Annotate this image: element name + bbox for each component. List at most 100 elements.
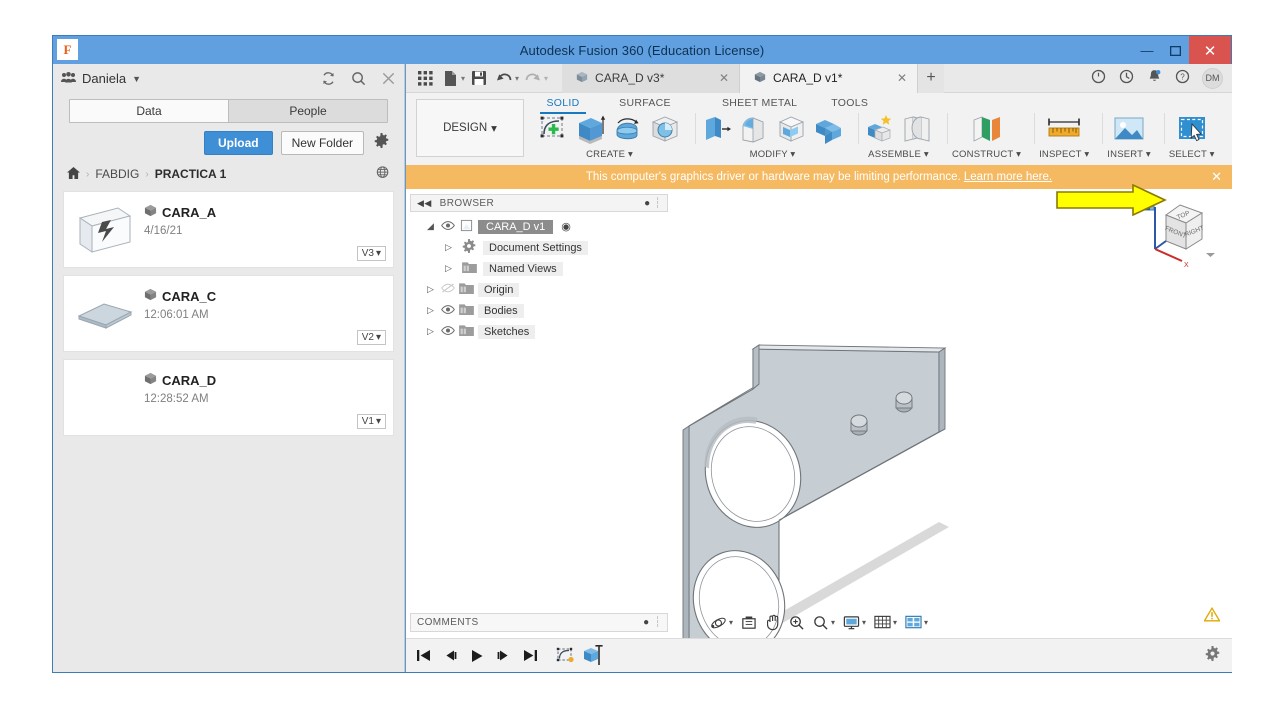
close-panel-icon[interactable]: [380, 71, 396, 87]
version-badge[interactable]: V2 ▾: [356, 330, 386, 345]
redo-icon[interactable]: [522, 67, 544, 89]
viewports-icon[interactable]: ▾: [902, 613, 931, 632]
revolve-icon[interactable]: [611, 113, 645, 145]
zoom-window-icon[interactable]: [786, 613, 808, 633]
orbit-icon[interactable]: ▾: [707, 613, 736, 633]
group-label[interactable]: ASSEMBLE ▾: [868, 149, 929, 160]
tree-node-sketches[interactable]: ▷ Sketches: [416, 321, 668, 342]
list-item[interactable]: CARA_A 4/16/21 V3 ▾: [63, 191, 394, 268]
look-at-icon[interactable]: [738, 613, 760, 633]
grid-apps-icon[interactable]: [414, 67, 436, 89]
minus-circle-icon[interactable]: ●: [644, 198, 650, 209]
version-badge[interactable]: V3 ▾: [356, 246, 386, 261]
design-canvas[interactable]: ◀◀ BROWSER ● ┆ ◢ CARA_D v1 ◉ ▷ Document …: [406, 189, 1232, 672]
combine-icon[interactable]: [811, 113, 845, 145]
tab-people[interactable]: People: [228, 100, 387, 122]
visibility-icon[interactable]: [441, 325, 455, 338]
banner-close-icon[interactable]: ✕: [1211, 169, 1222, 185]
go-to-end-icon[interactable]: [523, 649, 538, 662]
comments-panel[interactable]: COMMENTS ● ┆: [410, 613, 668, 632]
add-comment-icon[interactable]: ●: [643, 617, 649, 628]
close-tab-icon[interactable]: ✕: [885, 71, 907, 85]
chevron-down-icon[interactable]: ▾: [924, 618, 928, 627]
offset-plane-icon[interactable]: [968, 113, 1006, 145]
activate-component-radio[interactable]: ◉: [561, 220, 571, 233]
save-icon[interactable]: [468, 67, 490, 89]
tree-node-named-views[interactable]: ▷ Named Views: [416, 258, 668, 279]
ribbon-tab-sheet-metal[interactable]: SHEET METAL: [712, 95, 807, 112]
visibility-icon[interactable]: [441, 220, 455, 233]
chevron-down-icon[interactable]: ▾: [461, 74, 465, 83]
ribbon-tab-surface[interactable]: SURFACE: [608, 95, 682, 112]
chevron-down-icon[interactable]: ▾: [893, 618, 897, 627]
step-forward-icon[interactable]: [496, 649, 511, 662]
avatar[interactable]: DM: [1202, 67, 1223, 89]
step-back-icon[interactable]: [443, 649, 458, 662]
tree-node-cara-d-v1[interactable]: ◢ CARA_D v1 ◉: [416, 216, 668, 237]
go-to-beginning-icon[interactable]: [416, 649, 431, 662]
create-sketch-icon[interactable]: [537, 113, 571, 145]
grid-snaps-icon[interactable]: ▾: [871, 613, 900, 632]
group-label[interactable]: MODIFY ▾: [750, 149, 796, 160]
new-component-icon[interactable]: [863, 113, 897, 145]
expand-arrow-icon[interactable]: ▷: [424, 326, 437, 337]
version-badge[interactable]: V1 ▾: [356, 414, 386, 429]
home-icon[interactable]: [67, 166, 80, 182]
visibility-icon[interactable]: [441, 283, 455, 296]
list-item[interactable]: CARA_C 12:06:01 AM V2 ▾: [63, 275, 394, 352]
maximize-button[interactable]: [1161, 36, 1189, 65]
notifications-icon[interactable]: [1146, 69, 1162, 87]
new-file-icon[interactable]: [439, 67, 461, 89]
document-tab-cara-d-v3[interactable]: CARA_D v3* ✕: [562, 63, 741, 93]
resize-handle[interactable]: ┆: [655, 198, 661, 209]
tab-data[interactable]: Data: [70, 100, 228, 122]
hole-icon[interactable]: [648, 113, 682, 145]
gear-icon[interactable]: [1205, 646, 1220, 665]
upload-button[interactable]: Upload: [203, 131, 273, 155]
display-settings-icon[interactable]: ▾: [840, 613, 869, 633]
group-label[interactable]: INSERT ▾: [1107, 149, 1151, 160]
recent-icon[interactable]: [1118, 69, 1134, 87]
user-menu[interactable]: Daniela ▼: [61, 71, 141, 86]
close-tab-icon[interactable]: ✕: [707, 71, 729, 85]
tree-node-bodies[interactable]: ▷ Bodies: [416, 300, 668, 321]
refresh-icon[interactable]: [320, 71, 336, 87]
insert-image-icon[interactable]: [1110, 113, 1148, 145]
new-tab-button[interactable]: +: [918, 63, 945, 93]
search-icon[interactable]: [350, 71, 366, 87]
joint-icon[interactable]: [900, 113, 934, 145]
breadcrumb-item-practica-1[interactable]: PRACTICA 1: [155, 167, 227, 181]
group-label[interactable]: INSPECT ▾: [1039, 149, 1089, 160]
ribbon-tab-tools[interactable]: TOOLS: [821, 95, 878, 112]
expand-arrow-icon[interactable]: ▷: [424, 284, 437, 295]
new-folder-button[interactable]: New Folder: [280, 131, 364, 155]
job-status-icon[interactable]: [1090, 69, 1106, 87]
extrude-feature-icon[interactable]: [582, 644, 604, 667]
press-pull-icon[interactable]: [700, 113, 734, 145]
group-label[interactable]: CONSTRUCT ▾: [952, 149, 1021, 160]
chevron-down-icon[interactable]: ▾: [831, 618, 835, 627]
fillet-icon[interactable]: [737, 113, 771, 145]
document-tab-cara-d-v1[interactable]: CARA_D v1* ✕: [740, 63, 919, 93]
expand-arrow-icon[interactable]: ▷: [442, 263, 455, 274]
tree-node-document-settings[interactable]: ▷ Document Settings: [416, 237, 668, 258]
banner-learn-more-link[interactable]: Learn more here.: [964, 171, 1052, 183]
gear-icon[interactable]: [372, 133, 390, 153]
breadcrumb-item-fabdig[interactable]: FABDIG: [95, 167, 139, 181]
list-item[interactable]: CARA_D 12:28:52 AM V1 ▾: [63, 359, 394, 436]
shell-icon[interactable]: [774, 113, 808, 145]
collapse-left-icon[interactable]: ◀◀: [417, 198, 432, 209]
measure-icon[interactable]: [1043, 113, 1085, 145]
workspace-switcher[interactable]: DESIGN ▾: [416, 99, 524, 157]
expand-arrow-icon[interactable]: ▷: [442, 242, 455, 253]
chevron-down-icon[interactable]: ▾: [862, 618, 866, 627]
help-icon[interactable]: ?: [1174, 69, 1190, 87]
ribbon-tab-solid[interactable]: SOLID: [532, 95, 594, 114]
globe-icon[interactable]: [376, 165, 390, 183]
group-label[interactable]: SELECT ▾: [1169, 149, 1215, 160]
sketch-feature-icon[interactable]: [556, 647, 576, 665]
play-icon[interactable]: [470, 649, 484, 663]
select-icon[interactable]: [1173, 113, 1211, 145]
chevron-down-icon[interactable]: ▾: [544, 74, 548, 83]
minimize-button[interactable]: —: [1133, 36, 1161, 65]
